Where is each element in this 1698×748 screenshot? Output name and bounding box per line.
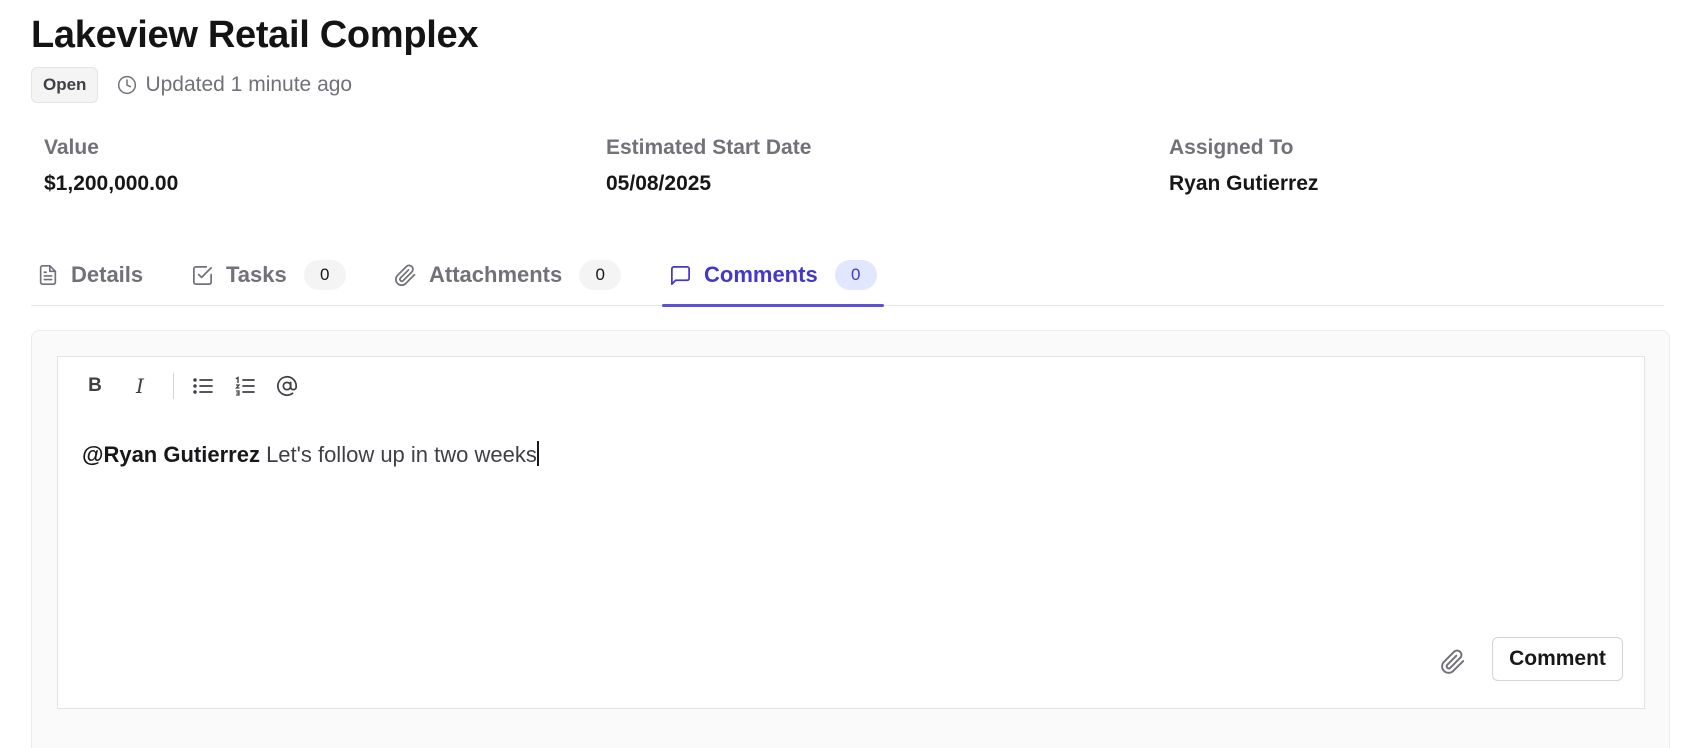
tab-label: Tasks: [226, 262, 287, 287]
bullet-list-button[interactable]: [186, 369, 220, 403]
tab-comments[interactable]: Comments 0: [662, 244, 884, 307]
stat-label: Assigned To: [1169, 136, 1294, 159]
clock-icon: [118, 75, 137, 95]
stat-start-date: Estimated Start Date 05/08/2025: [606, 136, 811, 196]
meta-row: Open Updated 1 minute ago: [31, 67, 352, 103]
tab-tasks[interactable]: Tasks 0: [191, 244, 346, 306]
toolbar-divider: [173, 373, 174, 399]
page-title: Lakeview Retail Complex: [31, 14, 479, 56]
start-date-value: 05/08/2025: [606, 172, 712, 195]
numbered-list-icon: [235, 376, 255, 396]
mention-tag[interactable]: @Ryan Gutierrez: [82, 442, 260, 467]
stat-label: Value: [44, 136, 99, 159]
tab-label: Comments: [704, 262, 818, 287]
comment-text[interactable]: @Ryan Gutierrez Let's follow up in two w…: [82, 441, 539, 468]
numbered-list-button[interactable]: [228, 369, 262, 403]
status-badge: Open: [31, 67, 99, 103]
mention-button[interactable]: [270, 369, 304, 403]
last-updated: Updated 1 minute ago: [117, 73, 352, 97]
at-sign-icon: [276, 375, 298, 396]
stat-label: Estimated Start Date: [606, 136, 812, 159]
comments-panel: B I @Ryan Gutierrez Let's follow up in t…: [31, 330, 1670, 748]
attachments-count-badge: 0: [579, 260, 622, 290]
comment-body: Let's follow up in two weeks: [259, 442, 537, 467]
bold-button[interactable]: B: [78, 369, 112, 403]
editor-toolbar: B I: [78, 369, 304, 403]
comment-editor[interactable]: B I @Ryan Gutierrez Let's follow up in t…: [57, 356, 1645, 709]
tab-label: Details: [71, 262, 144, 287]
stat-value: Value $1,200,000.00: [44, 136, 178, 196]
message-icon: [671, 265, 690, 285]
attach-file-icon[interactable]: [1440, 649, 1466, 675]
deal-detail-page: Lakeview Retail Complex Open Updated 1 m…: [0, 0, 1698, 748]
comments-count-badge: 0: [834, 260, 877, 290]
tab-details[interactable]: Details: [37, 244, 143, 306]
italic-button[interactable]: I: [123, 369, 157, 403]
text-cursor: [536, 441, 539, 466]
tasks-count-badge: 0: [303, 260, 346, 290]
tab-bar: Details Tasks 0 Attachments 0 Comments 0: [31, 244, 1664, 307]
checkbox-icon: [193, 265, 212, 285]
last-updated-text: Updated 1 minute ago: [145, 73, 353, 96]
tab-label: Attachments: [429, 262, 563, 287]
paperclip-icon: [395, 264, 416, 286]
document-icon: [39, 265, 57, 285]
assignee-value: Ryan Gutierrez: [1169, 172, 1319, 195]
comment-submit-button[interactable]: Comment: [1492, 637, 1623, 681]
tab-attachments[interactable]: Attachments 0: [394, 244, 622, 306]
bullet-list-icon: [193, 378, 213, 394]
stat-assigned-to: Assigned To Ryan Gutierrez: [1169, 136, 1318, 196]
deal-value: $1,200,000.00: [44, 172, 179, 195]
